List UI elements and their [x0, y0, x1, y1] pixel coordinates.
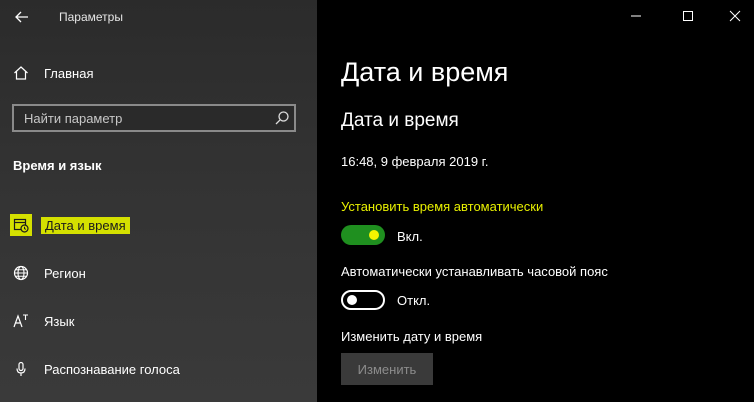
maximize-button[interactable]: [680, 8, 696, 24]
section-heading: Дата и время: [341, 110, 459, 131]
auto-time-state: Вкл.: [397, 229, 423, 244]
change-datetime-label: Изменить дату и время: [341, 329, 483, 344]
sidebar-item-label: Дата и время: [41, 216, 130, 234]
nav-home-label: Главная: [44, 65, 94, 81]
calendar-clock-icon: [10, 214, 32, 236]
globe-icon: [12, 264, 30, 282]
sidebar-item-date-time[interactable]: Дата и время: [0, 210, 317, 240]
auto-timezone-state: Откл.: [397, 293, 431, 308]
app-title: Параметры: [59, 10, 123, 24]
close-icon: [729, 10, 741, 22]
auto-timezone-toggle[interactable]: [341, 290, 385, 310]
nav-home[interactable]: Главная: [0, 58, 317, 88]
maximize-icon: [683, 11, 693, 21]
sidebar-item-label: Распознавание голоса: [44, 361, 180, 377]
microphone-icon: [12, 360, 30, 378]
sidebar-item-label: Язык: [44, 313, 75, 329]
sidebar: Параметры Главная Время и язык: [0, 0, 317, 402]
minimize-button[interactable]: [628, 8, 644, 24]
auto-timezone-label: Автоматически устанавливать часовой пояс: [341, 264, 608, 279]
back-button[interactable]: [10, 6, 34, 28]
language-icon: [12, 312, 30, 330]
auto-time-toggle[interactable]: [341, 225, 385, 245]
sidebar-item-language[interactable]: Язык: [0, 306, 317, 336]
page-title: Дата и время: [341, 57, 509, 87]
section-title: Время и язык: [13, 158, 102, 173]
sidebar-item-label: Регион: [44, 265, 86, 281]
minimize-icon: [631, 15, 641, 17]
search-icon[interactable]: [274, 110, 290, 126]
home-icon: [12, 64, 30, 82]
toggle-knob: [347, 295, 357, 305]
close-button[interactable]: [727, 8, 743, 24]
current-datetime: 16:48, 9 февраля 2019 г.: [341, 154, 489, 169]
toggle-knob: [369, 230, 379, 240]
search-input[interactable]: [14, 106, 264, 130]
sidebar-item-speech[interactable]: Распознавание голоса: [0, 354, 317, 384]
search-box[interactable]: [12, 104, 296, 132]
auto-time-label: Установить время автоматически: [341, 199, 544, 214]
back-arrow-icon: [15, 11, 28, 23]
sidebar-item-region[interactable]: Регион: [0, 258, 317, 288]
change-button[interactable]: Изменить: [341, 353, 433, 385]
